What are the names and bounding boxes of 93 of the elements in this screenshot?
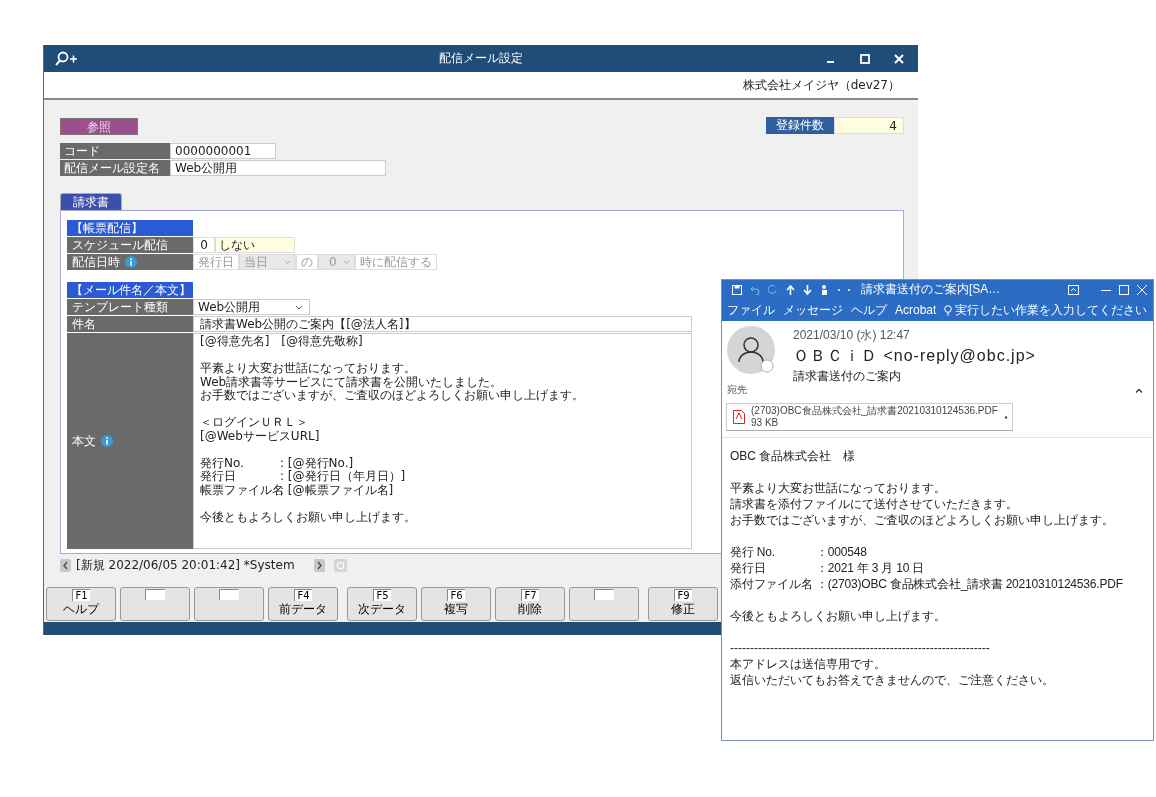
lightbulb-icon [944,304,953,316]
field-text: の [296,254,318,270]
key-label-icon [145,589,165,600]
window-title: 請求書送付のご案内[SA… [861,281,1001,298]
field-text: 発行日 [193,254,239,270]
text-line: 請求書を添付ファイルにて送付させていただきます。 [730,496,1019,512]
text-line: 発行日 [200,470,237,484]
dropdown[interactable]: Web公開用 [193,299,310,315]
info-icon[interactable] [101,435,113,447]
key-label-icon [594,589,614,600]
function-key[interactable] [194,587,264,621]
text-line: 発行 No. [730,544,776,560]
recipient-label: 宛先 [727,383,747,397]
menu-item[interactable]: メッセージ [783,301,843,319]
count-value: 4 [834,117,904,134]
previous-icon[interactable] [60,558,71,572]
field-label: スケジュール配信 [67,237,193,253]
code-field[interactable]: 0 [193,237,215,253]
save-icon[interactable] [732,284,742,295]
text-line: : [@発行No.] [280,456,354,470]
text-line: ：2021 年 3 月 10 日 [816,560,925,576]
menu-item[interactable]: ファイル [727,301,775,319]
function-key[interactable]: F5 次データ [347,587,417,621]
caret-icon [284,259,291,265]
tab[interactable]: 請求書 [60,193,122,210]
text-line: : [@発行日（年月日）] [280,470,406,484]
text-line: ＜ログインＵＲＬ＞ [200,416,309,430]
email-subject: 請求書送付のご案内 [793,368,902,385]
function-key[interactable]: F6 複写 [421,587,491,621]
arrow-down-icon[interactable] [803,284,812,295]
menu-item[interactable]: ヘルプ [851,301,887,319]
text-line: 発行No. [200,456,245,470]
caret-icon [342,259,350,265]
section-header: 【メール件名／本文】 [67,282,193,298]
text-line: ----------------------------------------------------------------- [730,640,991,656]
field-text: 時に配信する [354,254,437,270]
function-key[interactable] [120,587,190,621]
input-field[interactable]: Web公開用 [170,160,386,176]
field-label: 件名 [67,316,193,332]
text-line: 平素より大変お世話になっております。 [200,362,417,376]
field-label: 本文 [67,333,193,549]
field-label: 配信メール設定名 [60,160,170,176]
text-line: 添付ファイル名 [730,576,814,592]
mode-button[interactable]: 参照 [60,118,138,135]
company-name: 株式会社メイジヤ（dev27） [742,76,900,94]
input-field[interactable]: 0000000001 [170,143,276,159]
field-label: テンプレート種類 [67,299,193,315]
function-key[interactable] [569,587,639,621]
text-line: [@WebサービスURL] [200,429,321,443]
search-plus-icon[interactable] [54,50,78,67]
sender: ＯＢＣｉＤ <no-reply@obc.jp> [793,346,1036,366]
caret-icon [295,304,303,310]
arrow-up-icon[interactable] [786,284,795,295]
field-label: 配信日時 [67,254,193,270]
window-title: 配信メール設定 [439,50,523,67]
ribbon-display-icon[interactable] [1068,284,1079,295]
text-line: お手数ではございますが、ご査収のほどよろしくお願い申し上げます。 [730,512,1115,528]
close-icon[interactable] [1137,284,1147,295]
text-line: ：(2703)OBC 食品株式会社_請求書 20210310124536.PDF [816,576,1123,592]
function-key[interactable]: F9 修正 [648,587,718,621]
text-area[interactable]: [@得意先名] [@得意先敬称] 平素より大変お世話になっております。 Web請求書等サービスにて請求書を公開いたしました。 お手数ではございますが、ご査収のほどよろしくお願い申し上げます。 ＜ログインＵＲＬ＞ [@WebサービスURL] 発行No. : [@発行No.] 発行日 : [@発行日（年月日）] 帳票ファイル名: [@帳票ファイル名] 今後ともよろしくお願い申し上げます。 [193,333,692,549]
close-icon[interactable] [894,53,904,64]
search-field[interactable]: 実行したい作業を入力してください [944,301,1148,319]
count-label: 登録件数 [766,117,834,134]
text-line: 発行日 [730,560,767,576]
function-key[interactable]: F4 前データ [268,587,338,621]
text-line: [@得意先名] [@得意先敬称] [200,335,364,349]
text-line: 今後ともよろしくお願い申し上げます。 [730,608,947,624]
text-line: お手数ではございますが、ご査収のほどよろしくお願い申し上げます。 [200,389,585,403]
sent-date: 2021/03/10 (水) 12:47 [793,327,911,344]
menu-item[interactable]: Acrobat [895,303,937,317]
key-label-icon [219,589,239,600]
text-line: 返信いただいてもお答えできませんので、ご注意ください。 [730,672,1055,688]
next-icon[interactable] [314,558,325,572]
attachment[interactable]: (2703)OBC食品株式会社_請求書20210310124536.PDF 93 KB [726,403,1013,431]
function-key[interactable]: F7 削除 [495,587,565,621]
text-line: OBC 食品株式会社 様 [730,448,857,464]
record-info: [新規 2022/06/05 20:01:42] *System [76,556,296,574]
text-line: 今後ともよろしくお願い申し上げます。 [200,510,417,524]
pdf-icon [733,410,745,424]
function-key[interactable]: F1 ヘルプ [46,587,116,621]
maximize-icon[interactable] [860,53,870,64]
text-line: 帳票ファイル名 [200,483,280,497]
value-field: しない [215,237,295,253]
field-label: コード [60,143,170,159]
maximize-icon[interactable] [1119,284,1129,295]
collapse-icon[interactable] [1135,387,1143,393]
input-field[interactable]: 請求書Web公開のご案内【[@法人名]】 [193,316,692,332]
text-line: Web請求書等サービスにて請求書を公開いたしました。 [200,375,504,389]
text-line: 平素より大変お世話になっております。 [730,480,947,496]
text-line: ：000548 [816,544,867,560]
text-line: 本アドレスは送信専用です。 [730,656,887,672]
section-header: 【帳票配信】 [67,220,193,236]
